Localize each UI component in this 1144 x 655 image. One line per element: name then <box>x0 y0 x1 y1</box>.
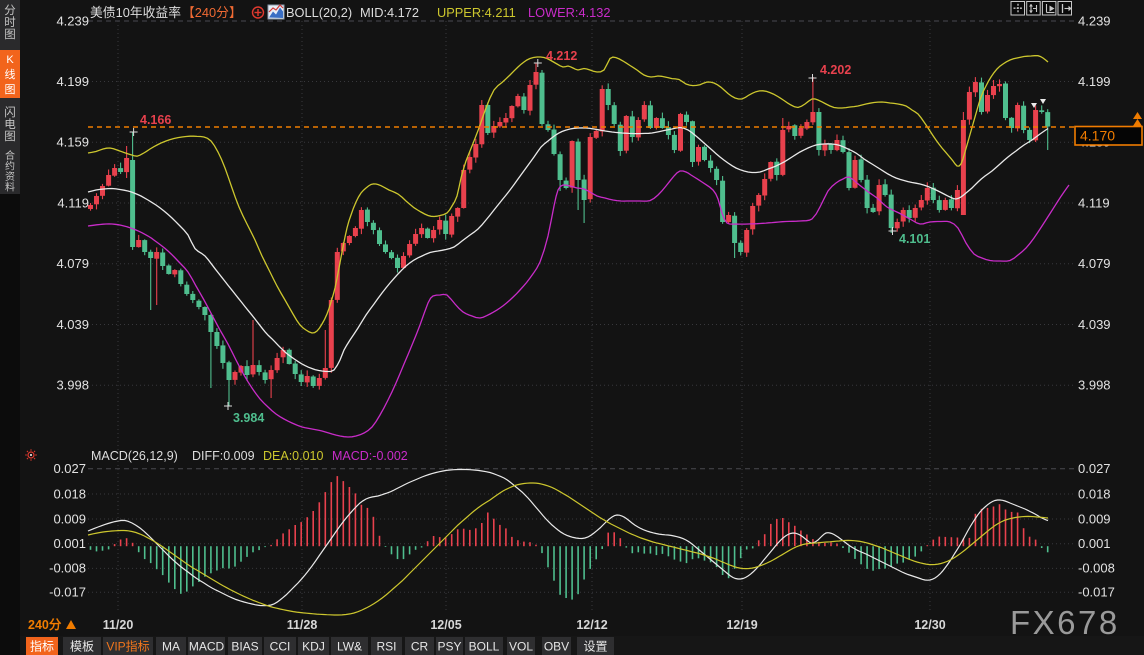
svg-text:VIP指标: VIP指标 <box>106 639 149 654</box>
svg-text:12/05: 12/05 <box>430 618 461 632</box>
svg-text:线: 线 <box>5 67 16 81</box>
svg-text:MID:4.172: MID:4.172 <box>360 5 419 20</box>
svg-text:4.119: 4.119 <box>1078 195 1110 210</box>
svg-text:-0.017: -0.017 <box>49 585 86 600</box>
svg-text:资: 资 <box>5 171 15 183</box>
svg-text:4.101: 4.101 <box>899 232 930 246</box>
svg-text:RSI: RSI <box>376 640 396 654</box>
svg-text:3.998: 3.998 <box>56 378 89 393</box>
svg-text:BIAS: BIAS <box>231 640 258 654</box>
svg-text:11/28: 11/28 <box>287 618 318 632</box>
svg-text:-0.017: -0.017 <box>1078 585 1115 600</box>
svg-text:约: 约 <box>5 160 15 173</box>
svg-text:4.079: 4.079 <box>56 256 89 271</box>
svg-text:4.039: 4.039 <box>1078 317 1111 332</box>
svg-text:12/12: 12/12 <box>576 618 607 632</box>
svg-text:DIFF:0.009: DIFF:0.009 <box>192 449 255 463</box>
svg-text:4.199: 4.199 <box>56 74 89 89</box>
svg-text:FX678: FX678 <box>1010 604 1120 641</box>
svg-text:CR: CR <box>411 640 429 654</box>
svg-text:12/19: 12/19 <box>726 618 757 632</box>
svg-text:-0.008: -0.008 <box>1078 561 1115 576</box>
svg-text:4.166: 4.166 <box>140 113 171 127</box>
svg-text:11/20: 11/20 <box>103 618 134 632</box>
svg-text:4.079: 4.079 <box>1078 256 1111 271</box>
svg-text:MA: MA <box>162 640 180 654</box>
svg-text:DEA:0.010: DEA:0.010 <box>263 449 324 463</box>
svg-text:4.212: 4.212 <box>546 49 577 63</box>
svg-text:4.202: 4.202 <box>820 63 851 77</box>
svg-text:4.170: 4.170 <box>1080 128 1115 144</box>
svg-text:模板: 模板 <box>70 640 94 654</box>
svg-text:指标: 指标 <box>30 639 54 654</box>
svg-text:MACD:-0.002: MACD:-0.002 <box>332 449 408 463</box>
svg-text:-0.008: -0.008 <box>49 561 86 576</box>
svg-text:LW&: LW& <box>337 640 362 654</box>
svg-text:【240分】: 【240分】 <box>182 5 242 20</box>
svg-text:美债10年收益率: 美债10年收益率 <box>90 5 181 20</box>
svg-text:VOL: VOL <box>509 640 533 654</box>
svg-text:0.009: 0.009 <box>53 511 86 526</box>
svg-text:0.001: 0.001 <box>53 536 86 551</box>
svg-text:LOWER:4.132: LOWER:4.132 <box>528 5 611 20</box>
svg-text:4.239: 4.239 <box>1078 13 1111 28</box>
svg-text:240分: 240分 <box>28 617 62 632</box>
svg-text:CCI: CCI <box>270 640 291 654</box>
svg-text:图: 图 <box>4 28 16 41</box>
svg-text:分: 分 <box>4 4 16 17</box>
svg-text:BOLL: BOLL <box>469 640 500 654</box>
svg-text:电: 电 <box>4 118 16 131</box>
svg-text:BOLL(20,2): BOLL(20,2) <box>286 5 352 20</box>
svg-text:MACD: MACD <box>189 640 225 654</box>
svg-text:0.018: 0.018 <box>53 486 86 501</box>
svg-text:3.998: 3.998 <box>1078 378 1111 393</box>
svg-text:OBV: OBV <box>544 640 569 654</box>
svg-text:MACD(26,12,9): MACD(26,12,9) <box>91 449 178 463</box>
svg-text:KDJ: KDJ <box>302 640 325 654</box>
svg-text:4.119: 4.119 <box>57 195 89 210</box>
svg-text:K: K <box>6 54 14 66</box>
svg-text:时: 时 <box>4 16 16 29</box>
svg-text:12/30: 12/30 <box>914 618 945 632</box>
svg-text:PSY: PSY <box>437 640 461 654</box>
svg-text:0.009: 0.009 <box>1078 511 1111 526</box>
svg-text:闪: 闪 <box>4 105 16 119</box>
svg-text:3.984: 3.984 <box>233 411 264 425</box>
svg-text:图: 图 <box>5 83 16 96</box>
svg-text:合: 合 <box>5 149 15 162</box>
svg-text:4.039: 4.039 <box>56 317 89 332</box>
svg-text:设置: 设置 <box>583 640 607 654</box>
svg-text:图: 图 <box>4 130 16 143</box>
svg-text:4.239: 4.239 <box>56 13 89 28</box>
svg-text:4.159: 4.159 <box>56 135 89 150</box>
svg-text:UPPER:4.211: UPPER:4.211 <box>437 5 516 20</box>
svg-text:料: 料 <box>5 181 15 194</box>
svg-text:0.001: 0.001 <box>1078 536 1111 551</box>
svg-text:0.027: 0.027 <box>1078 461 1111 476</box>
svg-text:0.018: 0.018 <box>1078 486 1111 501</box>
svg-text:0.027: 0.027 <box>53 461 86 476</box>
svg-text:4.199: 4.199 <box>1078 74 1111 89</box>
